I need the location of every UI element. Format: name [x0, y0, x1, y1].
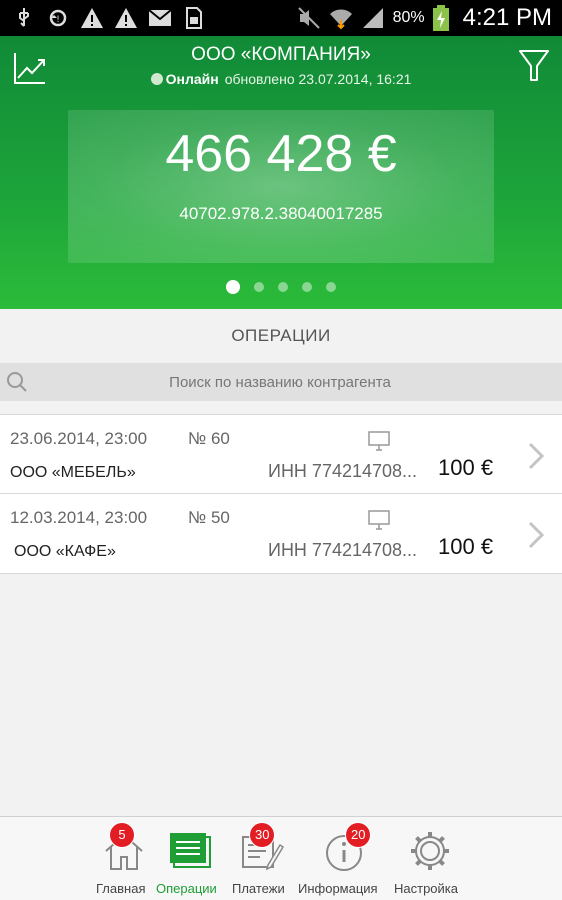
- status-bar: ! 80% 4:21 PM: [0, 0, 562, 36]
- signal-icon: [362, 8, 383, 28]
- balance-card[interactable]: 466 428 € 40702.978.2.38040017285: [68, 110, 494, 263]
- operation-date: 23.06.2014, 23:00: [10, 429, 148, 448]
- counterparty-name: ООО «МЕБЕЛЬ»: [10, 464, 136, 481]
- search-icon: [7, 372, 27, 392]
- updated-time: обновлено 23.07.2014, 16:21: [224, 71, 412, 87]
- account-header: ООО «КОМПАНИЯ» Онлайн обновлено 23.07.201…: [0, 36, 562, 309]
- operation-number: № 60: [188, 429, 230, 448]
- counterparty-name: ООО «КАФЕ»: [14, 543, 116, 560]
- page-dot: [254, 282, 264, 292]
- company-name: ООО «КОМПАНИЯ»: [191, 44, 371, 65]
- list-item[interactable]: 12.03.2014, 23:00 № 50 ООО «КАФЕ» ИНН 77…: [0, 494, 562, 574]
- operation-amount: 100 €: [438, 534, 494, 559]
- page-dot-active: [226, 280, 240, 294]
- operation-date: 12.03.2014, 23:00: [10, 508, 148, 527]
- search-input[interactable]: [40, 363, 520, 401]
- monitor-icon: [368, 431, 390, 451]
- sync-icon: !: [49, 9, 67, 27]
- chevron-right-icon: [528, 442, 545, 470]
- nav-settings[interactable]: Настройка: [392, 817, 470, 900]
- warning-icon: [115, 8, 137, 28]
- search-bar[interactable]: [0, 363, 562, 401]
- operation-number: № 50: [188, 508, 230, 527]
- account-number: 40702.978.2.38040017285: [179, 204, 383, 223]
- online-status: Онлайн: [165, 71, 219, 87]
- globe-icon: [150, 73, 163, 85]
- wifi-icon: [329, 9, 352, 30]
- gear-icon: [411, 832, 449, 870]
- page-dot: [326, 282, 336, 292]
- bottom-navigation: 5 Главная Операции 30 Платежи 20 Информа…: [0, 816, 562, 900]
- information-badge: 20: [346, 823, 371, 847]
- sd-card-icon: [186, 7, 202, 29]
- operations-list: 23.06.2014, 23:00 № 60 ООО «МЕБЕЛЬ» ИНН …: [0, 414, 562, 574]
- nav-label-home: Главная: [96, 881, 146, 896]
- nav-label-payments: Платежи: [232, 881, 285, 896]
- nav-label-information: Информация: [298, 881, 378, 896]
- mail-icon: [148, 9, 172, 26]
- monitor-icon: [368, 510, 390, 530]
- nav-information[interactable]: 20 Информация: [296, 817, 392, 900]
- usb-icon: [19, 8, 29, 27]
- operation-amount: 100 €: [438, 455, 494, 480]
- chevron-right-icon: [528, 521, 545, 549]
- counterparty-inn: ИНН 774214708...: [268, 461, 418, 481]
- filter-icon[interactable]: [518, 48, 550, 84]
- balance-amount: 466 428 €: [165, 125, 397, 183]
- mute-icon: [297, 7, 320, 29]
- warning-icon: [81, 8, 103, 28]
- nav-operations[interactable]: Операции: [154, 817, 230, 900]
- nav-label-settings: Настройка: [394, 881, 458, 896]
- svg-text:!: !: [56, 15, 60, 25]
- counterparty-inn: ИНН 774214708...: [268, 540, 418, 560]
- page-dot: [302, 282, 312, 292]
- connection-status: Онлайн обновлено 23.07.2014, 16:21: [0, 71, 562, 87]
- list-item[interactable]: 23.06.2014, 23:00 № 60 ООО «МЕБЕЛЬ» ИНН …: [0, 414, 562, 494]
- nav-payments[interactable]: 30 Платежи: [230, 817, 296, 900]
- section-title: ОПЕРАЦИИ: [0, 309, 562, 363]
- battery-charging-icon: [432, 5, 449, 31]
- clock: 4:21 PM: [462, 4, 552, 31]
- nav-label-operations: Операции: [156, 881, 217, 896]
- home-badge: 5: [110, 823, 134, 847]
- battery-percent: 80%: [392, 9, 425, 26]
- nav-home[interactable]: 5 Главная: [92, 817, 154, 900]
- operations-icon: [170, 833, 211, 868]
- page-dot: [278, 282, 288, 292]
- notification-icons: !: [12, 6, 206, 30]
- page-indicator: [0, 280, 562, 294]
